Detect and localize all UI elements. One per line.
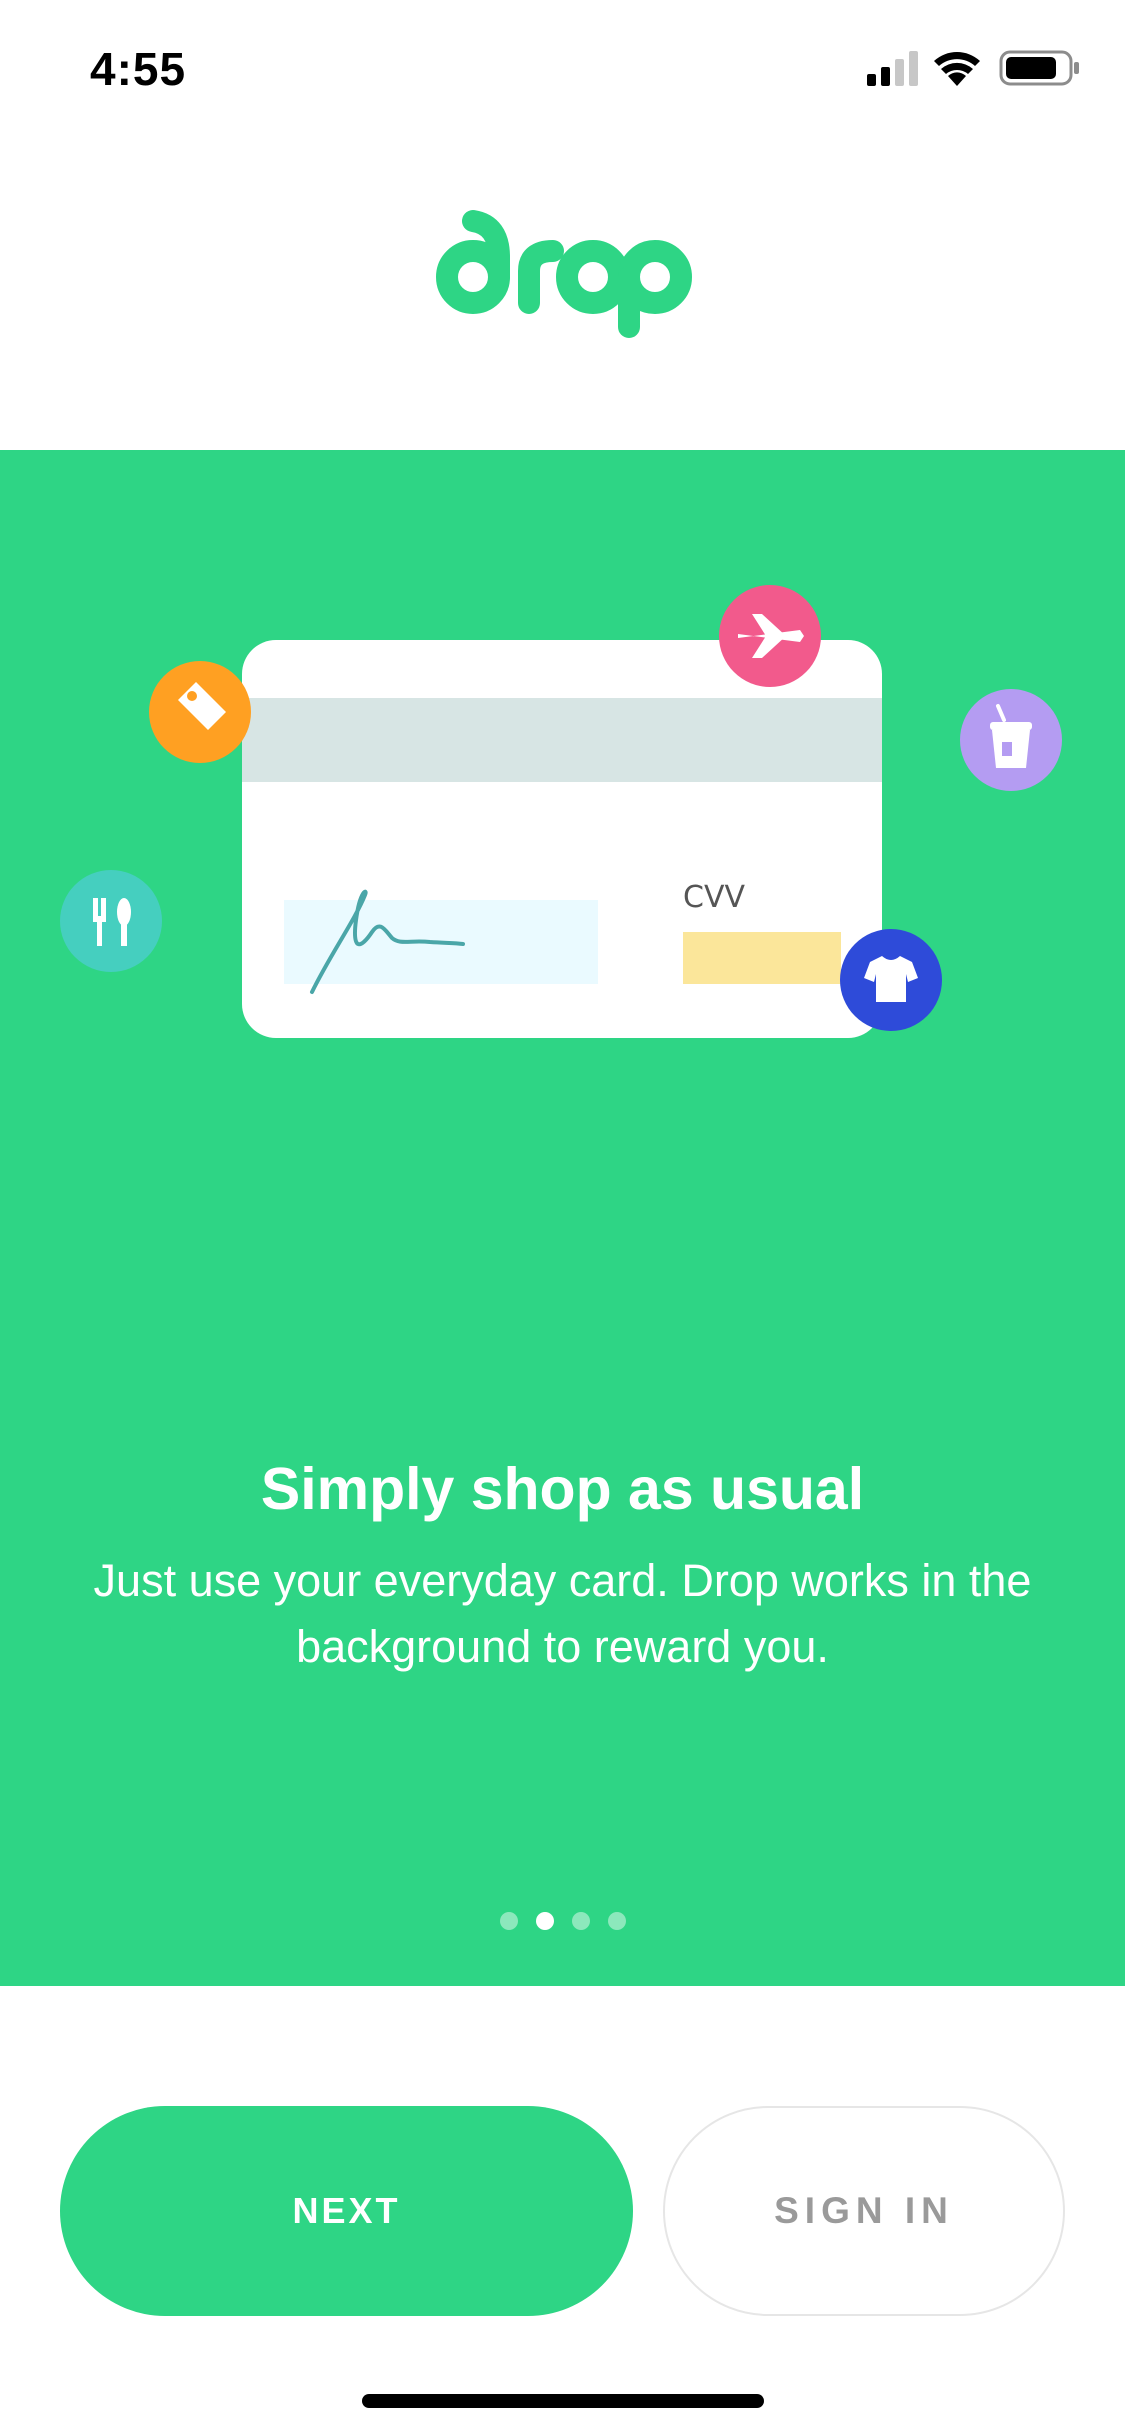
page-dot[interactable] <box>607 1912 626 1930</box>
airplane-icon <box>719 585 821 687</box>
cup-icon <box>960 689 1062 791</box>
next-button[interactable]: NEXT <box>60 2106 633 2316</box>
onboarding-panel: CVV Simply shop as usual Just use your e… <box>0 450 1125 1986</box>
onboarding-description: Just use your everyday card. Drop works … <box>93 1555 1032 1672</box>
battery-icon <box>999 50 1079 86</box>
cellular-signal-icon <box>867 51 918 86</box>
tag-icon <box>149 661 251 763</box>
page-dot[interactable] <box>499 1912 518 1930</box>
sign-in-button[interactable]: SIGN IN <box>663 2106 1065 2316</box>
fork-knife-icon <box>60 870 162 972</box>
tshirt-icon <box>840 929 942 1031</box>
home-indicator <box>362 2394 764 2408</box>
page-dot-active[interactable] <box>535 1912 554 1930</box>
cvv-label: CVV <box>683 880 745 915</box>
page-indicator <box>0 1912 1125 1930</box>
status-time: 4:55 <box>90 43 187 95</box>
credit-card-back: CVV <box>242 640 882 1038</box>
drop-logo: drop <box>0 205 1125 355</box>
card-illustration: CVV <box>60 585 1062 1038</box>
onboarding-title: Simply shop as usual <box>260 1456 865 1522</box>
page-dot[interactable] <box>571 1912 590 1930</box>
wifi-icon <box>934 52 980 86</box>
status-icons <box>867 50 1079 86</box>
onboarding-screen: 4:55 CVV Simply shop as usual Just use y… <box>0 0 1125 2436</box>
drop-logo-mark <box>435 210 692 338</box>
